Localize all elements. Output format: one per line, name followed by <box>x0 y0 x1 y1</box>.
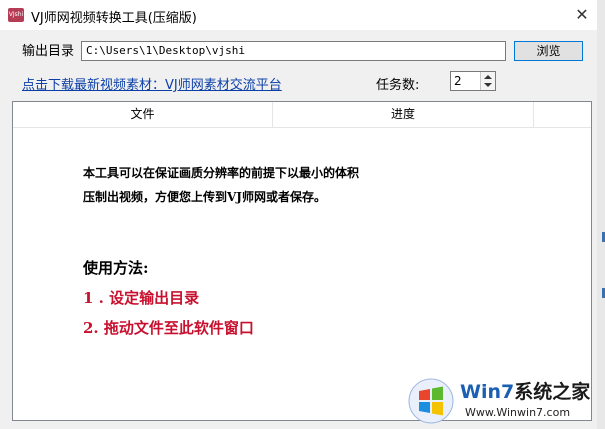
watermark-brand-suffix: 系统之家 <box>514 381 591 403</box>
site-watermark: Win7系统之家 Www.Winwin7.com <box>405 375 605 429</box>
file-list[interactable]: 文件 进度 本工具可以在保证画质分辨率的前提下以最小的体积 压制出视频，方便您上… <box>12 101 592 421</box>
watermark-brand: Win7系统之家 <box>460 377 590 404</box>
usage-step-2: 2. 拖动文件至此软件窗口 <box>83 319 254 337</box>
task-count-spinner[interactable]: 2 <box>450 71 496 91</box>
description-line-1: 本工具可以在保证画质分辨率的前提下以最小的体积 <box>83 166 360 180</box>
task-count-label: 任务数: <box>376 78 420 93</box>
column-header-progress[interactable]: 进度 <box>273 102 534 127</box>
browse-button[interactable]: 浏览 <box>514 41 583 61</box>
close-icon: ✕ <box>575 5 589 24</box>
windows-logo-icon <box>408 378 454 424</box>
title-bar[interactable]: VJshi VJ师网视频转换工具(压缩版) ✕ <box>0 0 597 30</box>
description-line-2: 压制出视频，方便您上传到VJ师网或者保存。 <box>83 190 326 204</box>
download-link[interactable]: 点击下载最新视频素材：VJ师网素材交流平台 <box>22 74 282 93</box>
output-path-input[interactable]: C:\Users\1\Desktop\vjshi <box>81 41 506 61</box>
spinner-buttons <box>480 72 495 90</box>
column-header-file[interactable]: 文件 <box>13 102 273 127</box>
task-count-value[interactable]: 2 <box>454 74 462 88</box>
background-window-edge <box>597 0 605 429</box>
usage-step-1: 1 . 设定输出目录 <box>83 289 200 307</box>
watermark-brand-name: Win7 <box>460 381 515 403</box>
app-icon: VJshi <box>8 8 24 22</box>
usage-title: 使用方法: <box>83 259 149 277</box>
close-button[interactable]: ✕ <box>567 0 597 30</box>
window-title: VJ师网视频转换工具(压缩版) <box>31 11 197 26</box>
spin-down-icon[interactable] <box>484 83 492 87</box>
spin-up-icon[interactable] <box>484 75 492 79</box>
output-dir-label: 输出目录 <box>22 44 75 59</box>
list-header: 文件 进度 <box>13 102 591 128</box>
watermark-url: Www.Winwin7.com <box>465 406 571 419</box>
app-window: VJshi VJ师网视频转换工具(压缩版) ✕ 输出目录 C:\Users\1\… <box>0 0 598 429</box>
